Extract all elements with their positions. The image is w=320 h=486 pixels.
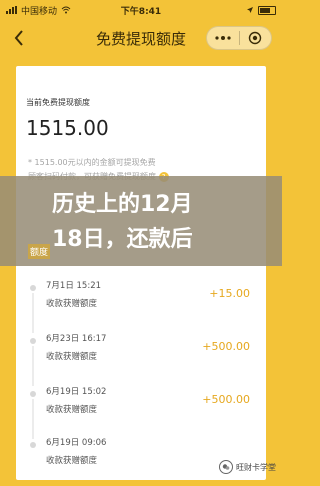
timeline-dot [30, 285, 36, 291]
headline-line-1: 历史上的12月 [52, 192, 193, 217]
close-button[interactable] [240, 27, 272, 49]
status-time: 下午8:41 [120, 6, 162, 17]
record-amount: +500.00 [202, 393, 250, 406]
record-amount: +500.00 [202, 340, 250, 353]
target-circle-icon [249, 31, 262, 45]
signal-icon [6, 6, 17, 14]
mini-program-capsule [206, 26, 272, 50]
record-desc: 收款获赠额度 [46, 299, 98, 309]
balance-value: 1515.00 [26, 116, 109, 140]
timeline-line [32, 293, 34, 333]
partial-tab-label: 额度 [28, 244, 51, 259]
status-left: 中国移动 [6, 4, 71, 17]
timeline-dot [30, 391, 36, 397]
timeline-dot [30, 338, 36, 344]
record-row: 6月23日 16:17 收款获赠额度 +500.00 [16, 332, 266, 386]
record-date: 7月1日 15:21 [46, 281, 102, 291]
record-desc: 收款获赠额度 [46, 405, 98, 415]
battery-icon [258, 5, 276, 15]
status-bar: 中国移动 下午8:41 [0, 0, 282, 20]
record-date: 6月23日 16:17 [46, 334, 107, 344]
quota-panel: 当前免费提现额度 1515.00 * 1515.00元以内的金额可提现免费 顾客… [16, 66, 266, 480]
balance-label: 当前免费提现额度 [26, 98, 90, 107]
more-dots-icon [215, 36, 231, 40]
record-row: 6月19日 15:02 收款获赠额度 +500.00 [16, 385, 266, 439]
watermark-text: 旺财卡学堂 [236, 462, 276, 472]
watermark: 旺财卡学堂 [219, 459, 276, 475]
timeline-line [32, 346, 34, 386]
nav-bar: 免费提现额度 [0, 20, 282, 56]
wechat-logo-icon [219, 460, 233, 474]
more-button[interactable] [207, 27, 239, 49]
status-right [246, 5, 276, 15]
note-line-1: * 1515.00元以内的金额可提现免费 [28, 158, 156, 167]
headline-line-2: 18日，还款后 [52, 227, 193, 252]
chevron-left-icon [14, 30, 23, 46]
back-button[interactable] [8, 27, 30, 49]
record-desc: 收款获赠额度 [46, 352, 98, 362]
timeline-dot [30, 442, 36, 448]
record-amount: +15.00 [209, 287, 250, 300]
record-row: 7月1日 15:21 收款获赠额度 +15.00 [16, 279, 266, 333]
timeline-line [32, 399, 34, 439]
record-date: 6月19日 09:06 [46, 438, 107, 448]
carrier-label: 中国移动 [21, 6, 58, 17]
record-desc: 收款获赠额度 [46, 456, 98, 466]
page-title: 免费提现额度 [95, 29, 186, 48]
location-icon [247, 7, 253, 13]
record-date: 6月19日 15:02 [46, 387, 107, 397]
wifi-icon [61, 6, 71, 14]
